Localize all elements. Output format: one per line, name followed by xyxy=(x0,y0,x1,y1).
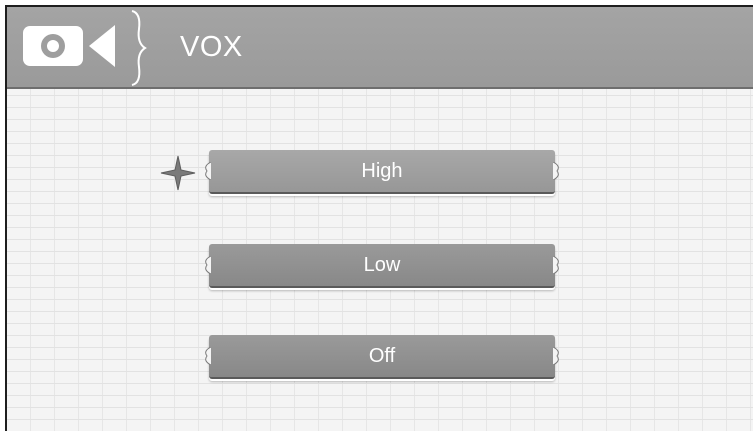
right-notch xyxy=(553,162,559,180)
right-notch xyxy=(553,256,559,274)
options-panel: High Low Off xyxy=(7,89,753,431)
right-notch xyxy=(553,347,559,365)
option-high-button[interactable]: High xyxy=(205,150,559,194)
option-label: Off xyxy=(368,345,396,367)
video-camera-icon[interactable] xyxy=(23,23,127,69)
vox-screen: VOX High Low Off xyxy=(5,5,753,431)
option-label: High xyxy=(361,160,403,182)
star-marker-icon xyxy=(160,155,196,191)
header-bar: VOX xyxy=(7,7,753,89)
page-title: VOX xyxy=(180,31,243,63)
option-label: Low xyxy=(363,254,401,276)
left-notch xyxy=(205,162,211,180)
left-notch xyxy=(205,256,211,274)
option-off-button[interactable]: Off xyxy=(205,335,559,379)
header-divider xyxy=(131,10,147,86)
left-notch xyxy=(205,347,211,365)
option-low-button[interactable]: Low xyxy=(205,244,559,288)
